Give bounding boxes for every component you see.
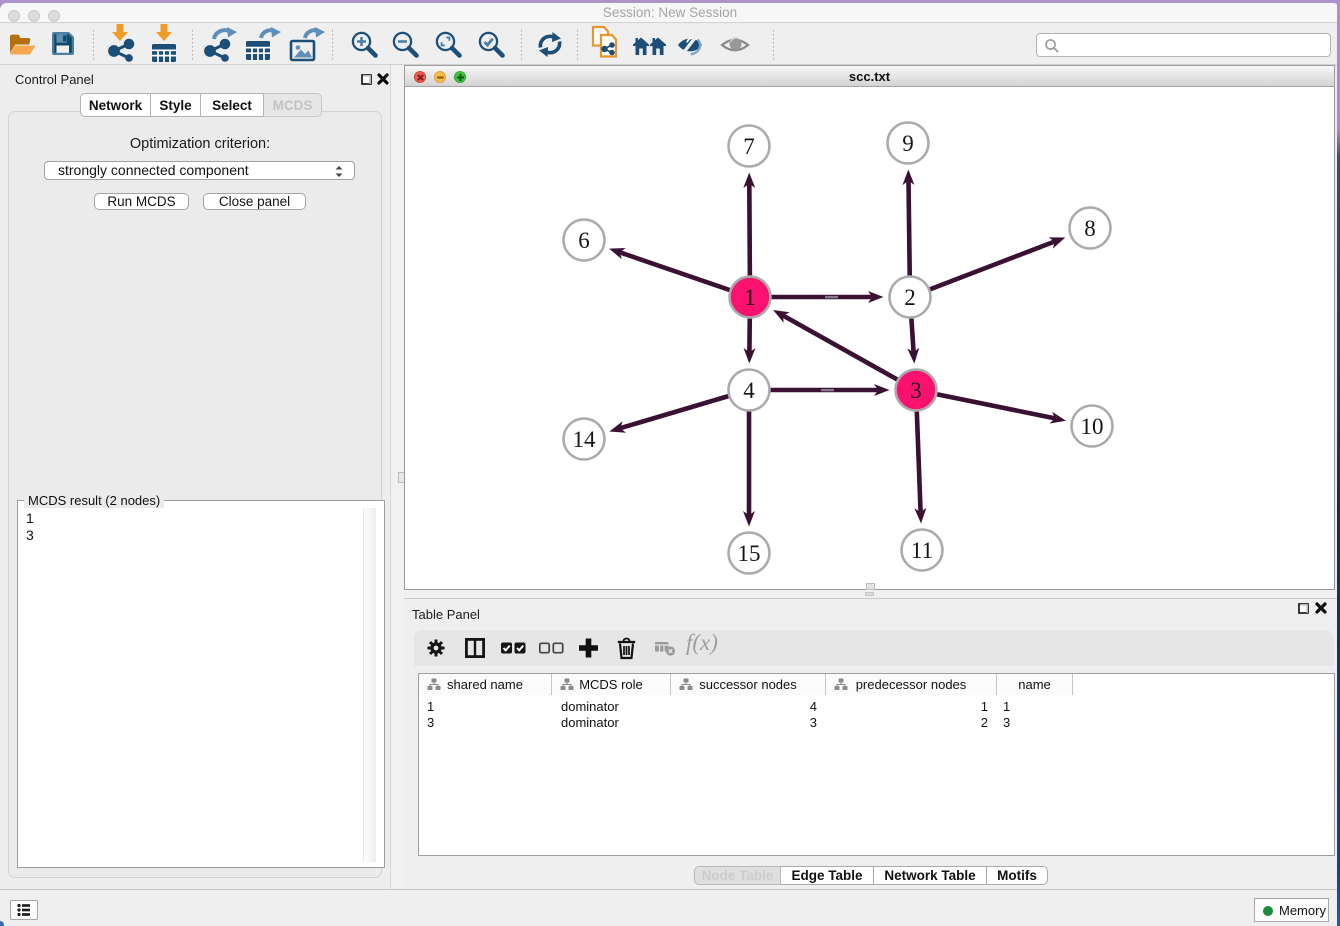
svg-text:14: 14	[573, 427, 597, 452]
svg-text:8: 8	[1084, 216, 1096, 241]
svg-text:4: 4	[743, 378, 755, 403]
svg-text:3: 3	[910, 378, 922, 403]
svg-text:6: 6	[578, 228, 590, 253]
svg-text:10: 10	[1081, 414, 1104, 439]
svg-text:9: 9	[902, 131, 914, 156]
svg-text:15: 15	[738, 541, 761, 566]
svg-text:2: 2	[904, 285, 916, 310]
svg-text:7: 7	[743, 134, 755, 159]
svg-text:11: 11	[911, 538, 933, 563]
svg-text:1: 1	[744, 285, 756, 310]
